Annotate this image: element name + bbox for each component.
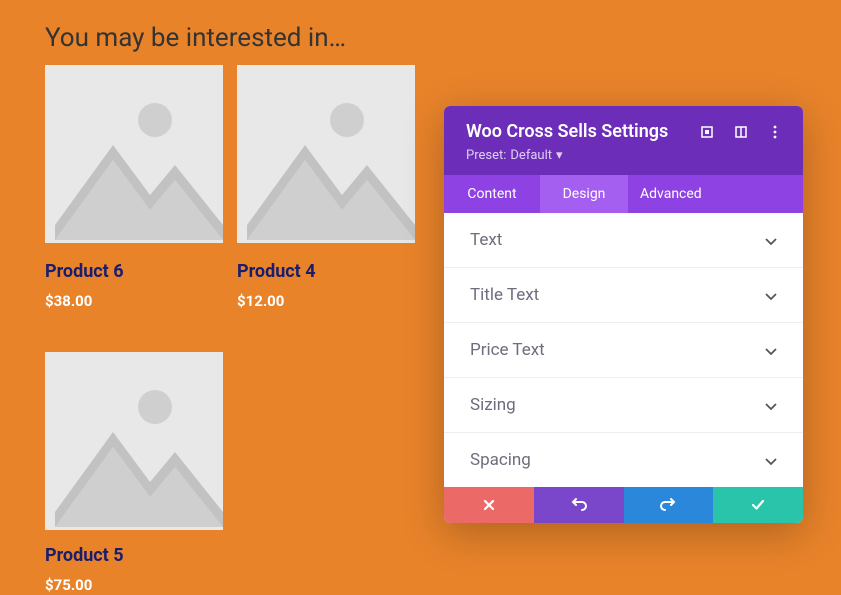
preset-label: Preset: [466,148,506,163]
preset-value: Default [510,148,552,163]
accordion-label: Text [470,230,502,250]
save-button[interactable] [713,487,803,523]
product-placeholder-image [237,65,415,243]
accordion: Text Title Text Price Text Sizing Spacin… [444,213,803,487]
chevron-down-icon [765,231,777,250]
tab-design[interactable]: Design [540,175,628,213]
accordion-item-spacing[interactable]: Spacing [444,433,803,487]
columns-icon[interactable] [735,126,747,138]
settings-panel: Woo Cross Sells Settings Preset: Default… [444,106,803,523]
undo-button[interactable] [534,487,624,523]
panel-title: Woo Cross Sells Settings [466,121,668,142]
product-placeholder-image [45,65,223,243]
section-title: You may be interested in… [0,0,841,53]
product-grid: Product 6 $38.00 Product 4 $12.00 Produc… [0,53,430,594]
accordion-label: Spacing [470,450,531,470]
check-icon [751,496,765,515]
chevron-down-icon: ▾ [556,148,563,163]
tab-content[interactable]: Content [444,175,540,213]
responsive-view-icon[interactable] [701,126,713,138]
product-title: Product 5 [45,545,223,566]
accordion-item-sizing[interactable]: Sizing [444,378,803,433]
more-icon[interactable] [769,126,781,138]
tab-advanced[interactable]: Advanced [628,175,728,213]
chevron-down-icon [765,451,777,470]
product-price: $75.00 [45,576,223,594]
panel-header: Woo Cross Sells Settings Preset: Default… [444,106,803,175]
redo-button[interactable] [624,487,714,523]
cancel-button[interactable] [444,487,534,523]
accordion-label: Title Text [470,285,539,305]
undo-icon [571,496,587,515]
accordion-label: Price Text [470,340,545,360]
product-placeholder-image [45,352,223,530]
product-title: Product 4 [237,261,415,282]
preset-selector[interactable]: Preset: Default ▾ [466,148,781,163]
accordion-item-price-text[interactable]: Price Text [444,323,803,378]
accordion-label: Sizing [470,395,516,415]
accordion-item-title-text[interactable]: Title Text [444,268,803,323]
accordion-item-text[interactable]: Text [444,213,803,268]
product-card[interactable]: Product 5 $75.00 [45,352,223,594]
chevron-down-icon [765,286,777,305]
product-price: $12.00 [237,292,415,310]
product-card[interactable]: Product 4 $12.00 [237,65,415,310]
product-price: $38.00 [45,292,223,310]
chevron-down-icon [765,396,777,415]
product-card[interactable]: Product 6 $38.00 [45,65,223,310]
product-title: Product 6 [45,261,223,282]
redo-icon [660,496,676,515]
tabs: Content Design Advanced [444,175,803,213]
action-bar [444,487,803,523]
close-icon [483,496,495,515]
chevron-down-icon [765,341,777,360]
